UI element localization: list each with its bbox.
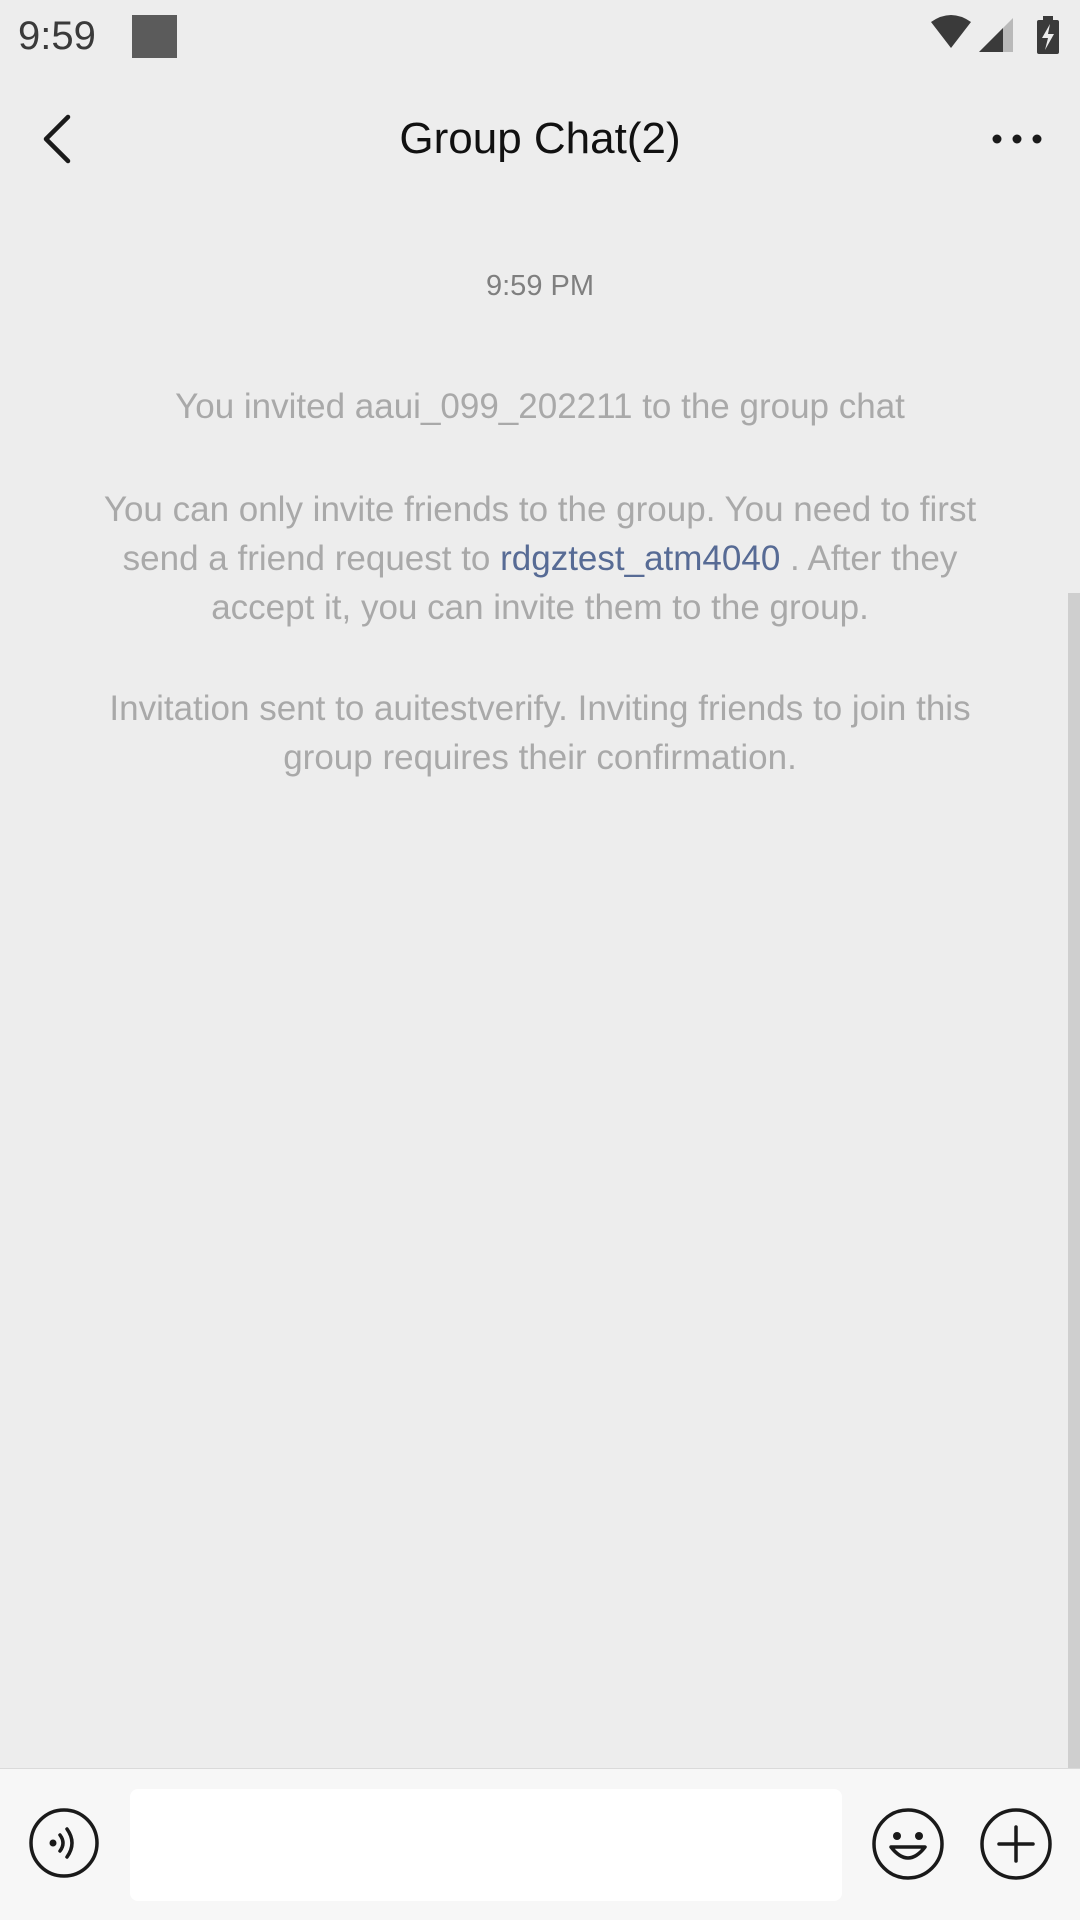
- status-icons: [927, 14, 1062, 58]
- system-message: You can only invite friends to the group…: [80, 485, 1000, 632]
- system-message: You invited aaui_099_202211 to the group…: [175, 387, 905, 426]
- chat-header: Group Chat(2): [0, 75, 1080, 205]
- scrollbar[interactable]: [1068, 593, 1080, 1768]
- signal-icon: [979, 18, 1013, 52]
- message-timestamp: 9:59 PM: [486, 270, 594, 302]
- status-time: 9:59: [18, 14, 96, 58]
- notification-icon: [132, 15, 177, 58]
- wifi-icon: [931, 15, 971, 48]
- input-bar: [0, 1768, 1080, 1920]
- status-bar: 9:59: [0, 0, 1080, 75]
- battery-icon: [1037, 16, 1059, 54]
- more-icon: [992, 134, 1042, 144]
- emoji-button[interactable]: [871, 1807, 945, 1881]
- plus-icon: [980, 1808, 1052, 1880]
- user-link[interactable]: rdgztest_atm4040: [500, 539, 780, 578]
- more-features-button[interactable]: [979, 1807, 1053, 1881]
- message-input[interactable]: [130, 1789, 842, 1901]
- page-title: Group Chat(2): [399, 114, 681, 163]
- more-options-button[interactable]: [982, 111, 1052, 167]
- emoji-icon: [872, 1808, 944, 1880]
- system-message: Invitation sent to auitestverify. Inviti…: [109, 689, 971, 777]
- voice-button[interactable]: [28, 1807, 100, 1879]
- voice-icon: [29, 1808, 99, 1878]
